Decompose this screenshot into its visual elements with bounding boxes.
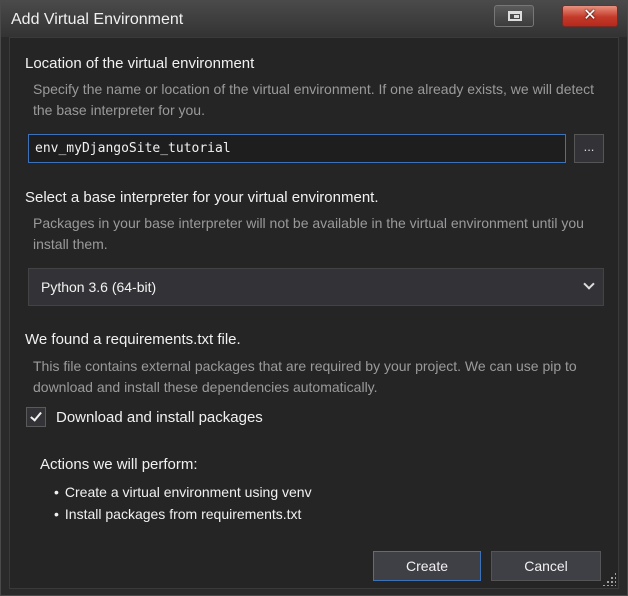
window-title: Add Virtual Environment <box>11 11 184 28</box>
actions-list: Create a virtual environment using venv … <box>54 484 312 528</box>
list-item: Install packages from requirements.txt <box>54 506 312 528</box>
venv-location-input[interactable]: env_myDjangoSite_tutorial <box>28 134 566 163</box>
requirements-description: This file contains external packages tha… <box>33 358 577 395</box>
create-button[interactable]: Create <box>373 551 481 581</box>
list-item: Create a virtual environment using venv <box>54 484 312 506</box>
interpreter-selected-value: Python 3.6 (64-bit) <box>41 279 157 295</box>
install-packages-checkbox[interactable] <box>26 407 46 427</box>
requirements-header: We found a requirements.txt file. <box>25 331 241 348</box>
restore-button[interactable] <box>494 5 534 27</box>
checkmark-icon <box>30 409 42 422</box>
dialog-content: Location of the virtual environment Spec… <box>9 37 619 589</box>
dialog-window: Add Virtual Environment ✕ Location of th… <box>0 0 628 596</box>
restore-icon <box>508 11 522 21</box>
close-icon: ✕ <box>583 7 597 24</box>
interpreter-description: Packages in your base interpreter will n… <box>33 215 584 252</box>
location-header: Location of the virtual environment <box>25 55 255 72</box>
title-bar[interactable]: Add Virtual Environment ✕ <box>1 1 627 37</box>
close-button[interactable]: ✕ <box>562 5 618 27</box>
actions-header: Actions we will perform: <box>40 456 198 473</box>
install-packages-label[interactable]: Download and install packages <box>56 409 263 426</box>
cancel-button[interactable]: Cancel <box>491 551 601 581</box>
location-description: Specify the name or location of the virt… <box>33 81 595 118</box>
interpreter-select[interactable]: Python 3.6 (64-bit) <box>28 268 604 306</box>
interpreter-header: Select a base interpreter for your virtu… <box>25 189 379 206</box>
chevron-down-icon <box>583 278 595 290</box>
resize-grip-icon[interactable] <box>602 572 616 586</box>
browse-button[interactable]: ... <box>574 134 604 163</box>
